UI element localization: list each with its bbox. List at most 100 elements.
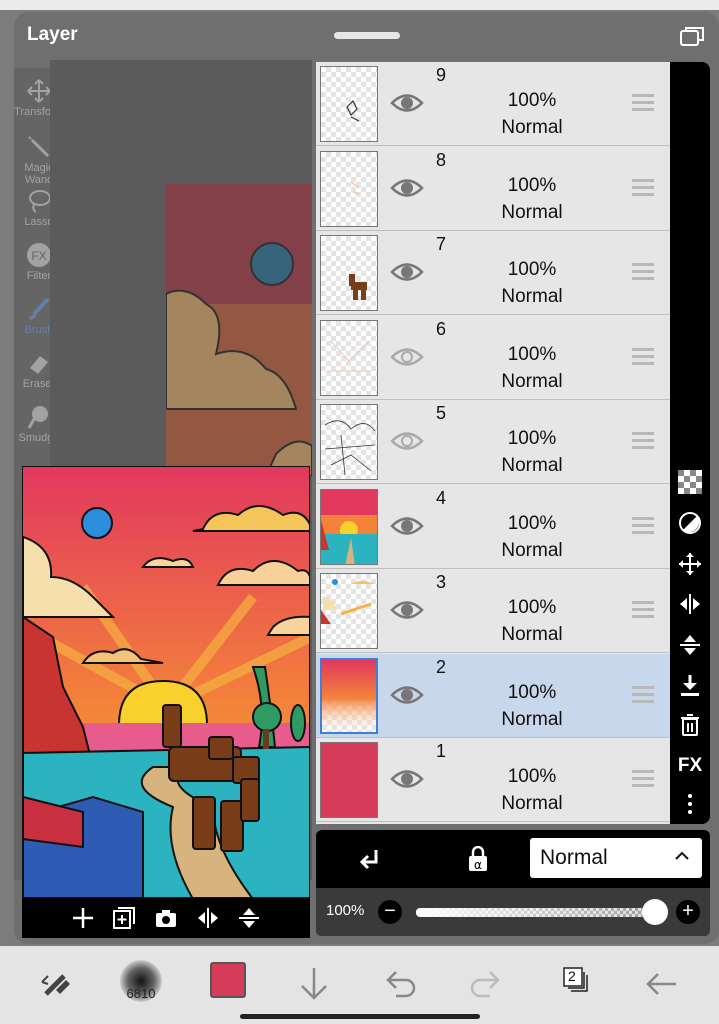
duplicate-layer-icon[interactable] [112, 906, 136, 930]
layer-blend-mode: Normal [501, 370, 563, 392]
layer-count: 2 [568, 968, 576, 984]
layer-thumbnail[interactable] [320, 573, 378, 649]
layer-number: 8 [436, 149, 447, 170]
visibility-eye-icon[interactable] [390, 346, 424, 368]
flip-horizontal-icon[interactable] [196, 906, 220, 930]
layer-number: 7 [436, 234, 447, 254]
opacity-increase-button[interactable]: + [676, 900, 700, 924]
layers-button[interactable]: 2 [562, 966, 590, 994]
layer-list: 9 100% Normal 8 100% Normal 7 100% Normal 6 100% No… [316, 62, 670, 824]
svg-text:FX: FX [31, 249, 46, 263]
layer-opacity: 100% [507, 766, 557, 787]
layer-thumbnail[interactable] [320, 150, 378, 227]
blend-mode-value: Normal [540, 846, 608, 869]
arrow-down-icon[interactable] [292, 962, 336, 1006]
flip-vertical-icon[interactable] [237, 906, 261, 930]
invert-icon[interactable] [678, 511, 702, 535]
drag-handle-icon[interactable] [632, 347, 654, 366]
layer-blend-mode: Normal [501, 793, 563, 814]
maximize-icon[interactable] [680, 26, 704, 46]
opacity-decrease-button[interactable]: − [378, 900, 402, 924]
undo-icon[interactable] [378, 962, 422, 1006]
add-layer-icon[interactable] [71, 906, 95, 930]
visibility-eye-icon[interactable] [390, 599, 424, 621]
layer-thumbnail[interactable] [320, 319, 378, 396]
canvas-preview[interactable] [22, 466, 310, 898]
move-icon[interactable] [678, 552, 702, 576]
visibility-eye-icon[interactable] [390, 684, 424, 706]
clipping-icon[interactable] [356, 846, 384, 874]
layer-row[interactable]: 5 100% Normal [316, 400, 670, 484]
blend-mode-select[interactable]: Normal [530, 838, 702, 878]
visibility-eye-icon[interactable] [390, 430, 424, 452]
lasso-icon [29, 190, 51, 213]
drag-handle-icon[interactable] [632, 601, 654, 619]
layers-icon [563, 967, 588, 992]
visibility-eye-icon[interactable] [390, 261, 424, 283]
layer-number: 1 [436, 741, 447, 761]
layer-opacity: 100% [507, 259, 557, 280]
eraser-icon [30, 356, 48, 374]
bottom-app-bar: 6810 2 [0, 946, 719, 1024]
layer-row[interactable]: 9 100% Normal [316, 62, 670, 146]
layer-thumbnail[interactable] [320, 404, 378, 480]
drag-handle-icon[interactable] [632, 432, 654, 450]
opacity-row: 100% − + [316, 888, 710, 936]
status-strip [0, 0, 719, 10]
layer-thumbnail[interactable] [320, 742, 378, 818]
layer-opacity: 100% [507, 428, 557, 449]
layer-row[interactable]: 7 100% Normal [316, 231, 670, 315]
alpha-lock-icon[interactable]: α [464, 846, 492, 874]
opacity-label: 100% [326, 902, 365, 919]
visibility-eye-icon[interactable] [390, 92, 424, 114]
drag-handle-icon[interactable] [632, 263, 654, 281]
fx-icon: FX [27, 243, 51, 267]
flip-horizontal-icon[interactable] [678, 592, 702, 616]
layer-number: 5 [436, 403, 447, 423]
drag-handle[interactable] [334, 32, 400, 39]
quick-tool-switch-icon[interactable] [36, 962, 80, 1006]
canvas-artwork[interactable] [166, 184, 312, 476]
brush-size-button[interactable]: 6810 [120, 960, 162, 1002]
brush-icon [29, 297, 50, 320]
visibility-eye-icon[interactable] [390, 768, 424, 790]
layer-thumbnail[interactable] [320, 657, 378, 734]
layer-row[interactable]: 1 100% Normal [316, 738, 670, 822]
trash-icon[interactable] [678, 713, 702, 737]
layer-number: 6 [436, 318, 447, 339]
opacity-slider[interactable] [416, 908, 656, 917]
layer-tool-strip: FX [670, 62, 710, 824]
color-swatch[interactable] [210, 962, 246, 998]
opacity-slider-thumb[interactable] [642, 899, 668, 925]
layer-thumbnail[interactable] [320, 66, 378, 142]
layer-thumbnail[interactable] [320, 488, 378, 565]
layer-blend-mode: Normal [501, 117, 563, 138]
layer-number: 4 [436, 487, 447, 508]
layer-thumbnail[interactable] [320, 235, 378, 311]
redo-icon[interactable] [464, 962, 508, 1006]
drag-handle-icon[interactable] [632, 770, 654, 788]
smudge-icon [27, 406, 48, 429]
layer-row[interactable]: 2 100% Normal [316, 653, 670, 738]
layer-row[interactable]: 6 100% Normal [316, 315, 670, 400]
checker-icon[interactable] [678, 470, 702, 494]
drag-handle-icon[interactable] [632, 178, 654, 197]
flip-vertical-icon[interactable] [678, 633, 702, 657]
layer-dialog: Layer Transform Magic Wand Lasso FX Filt… [14, 12, 719, 944]
brush-size-value: 6810 [126, 986, 156, 1001]
fx-icon[interactable]: FX [676, 755, 704, 779]
visibility-eye-icon[interactable] [390, 177, 424, 199]
drag-handle-icon[interactable] [632, 516, 654, 535]
drag-handle-icon[interactable] [632, 685, 654, 704]
layer-row[interactable]: 3 100% Normal [316, 569, 670, 653]
back-icon[interactable] [640, 962, 684, 1006]
merge-down-icon[interactable] [678, 673, 702, 697]
visibility-eye-icon[interactable] [390, 515, 424, 537]
camera-icon[interactable] [154, 906, 178, 930]
layer-blend-mode: Normal [501, 455, 563, 476]
drag-handle-icon[interactable] [632, 94, 654, 112]
layer-row[interactable]: 8 100% Normal [316, 146, 670, 231]
magic-wand-icon [28, 136, 50, 158]
more-icon[interactable] [678, 792, 702, 816]
layer-row[interactable]: 4 100% Normal [316, 484, 670, 569]
